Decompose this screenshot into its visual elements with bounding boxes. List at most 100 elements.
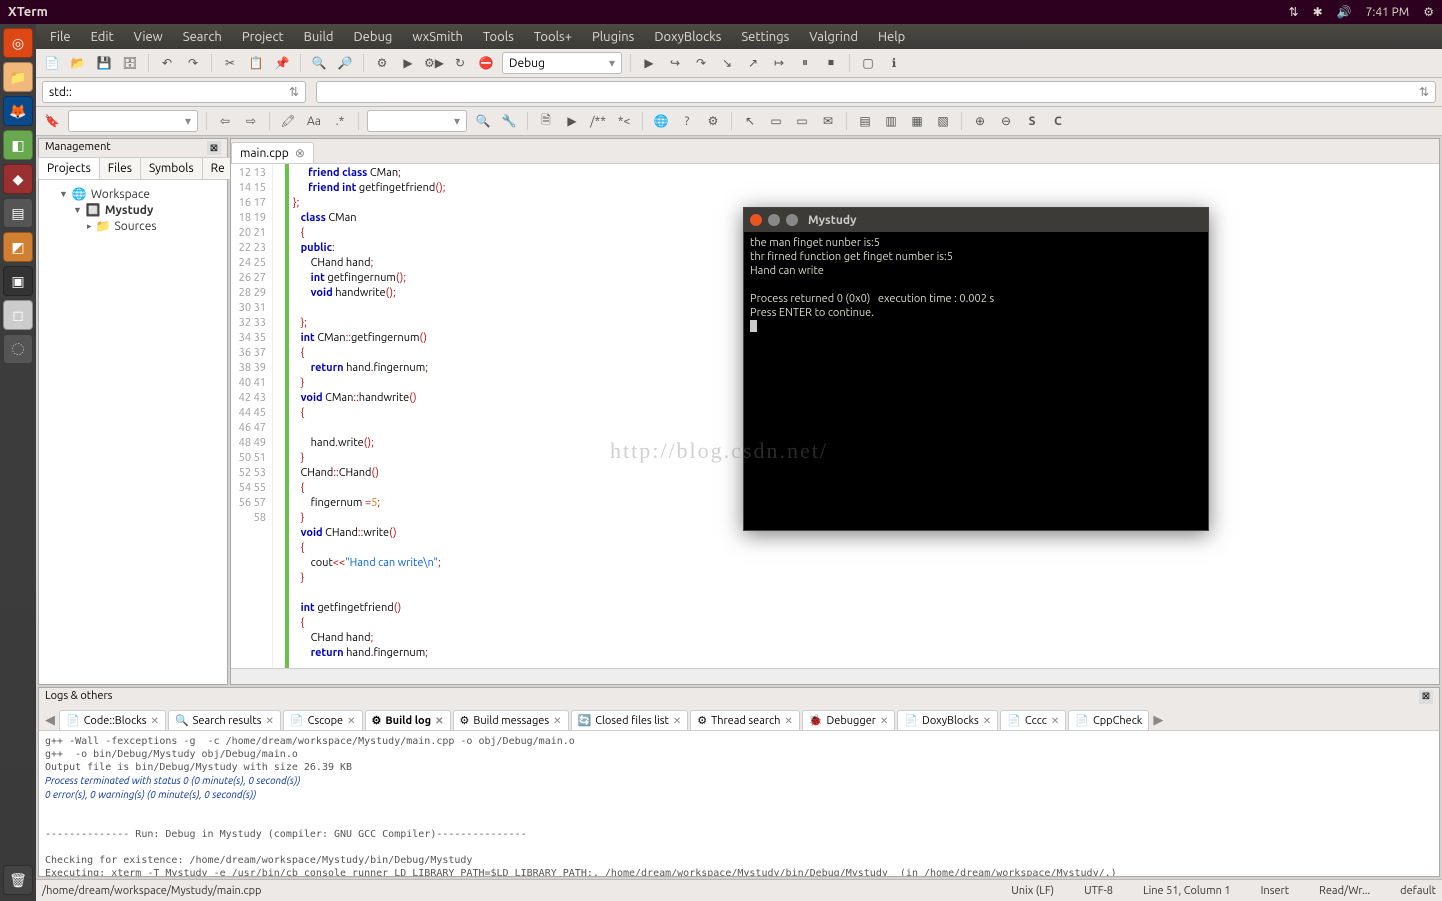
menu-doxyblocks[interactable]: DoxyBlocks <box>644 30 731 44</box>
log-tab-debugger[interactable]: 🐞 Debugger ✕ <box>802 710 896 730</box>
horizontal-scrollbar[interactable] <box>231 668 1439 684</box>
minimize-icon[interactable] <box>768 214 780 226</box>
menu-project[interactable]: Project <box>232 30 294 44</box>
highlight-icon[interactable]: 🖍 <box>278 111 298 131</box>
sound-icon[interactable]: 🔊 <box>1337 5 1352 19</box>
step-into-icon[interactable]: ↘ <box>717 53 737 73</box>
menu-toolsplus[interactable]: Tools+ <box>524 30 582 44</box>
gear-icon[interactable]: ⚙ <box>1423 5 1434 19</box>
cut-icon[interactable]: ✂ <box>220 53 240 73</box>
menu-debug[interactable]: Debug <box>343 30 402 44</box>
scope-combo[interactable]: std::⇅ <box>42 81 306 103</box>
options-icon[interactable]: 🔧 <box>499 111 519 131</box>
menu-help[interactable]: Help <box>868 30 915 44</box>
zoom-in-icon[interactable]: ⊕ <box>970 111 990 131</box>
tab-resources[interactable]: Re <box>202 157 234 179</box>
bluetooth-icon[interactable]: ✱ <box>1313 5 1323 19</box>
scroll-right-icon[interactable]: ▶ <box>1151 713 1165 728</box>
paste-icon[interactable]: 📌 <box>272 53 292 73</box>
tab-files[interactable]: Files <box>99 157 141 179</box>
open-icon[interactable]: 📂 <box>68 53 88 73</box>
tree-workspace[interactable]: ▼🌐 Workspace <box>45 186 221 202</box>
save-all-icon[interactable]: 🗄 <box>120 53 140 73</box>
new-file-icon[interactable]: 📄 <box>42 53 62 73</box>
menu-valgrind[interactable]: Valgrind <box>799 30 868 44</box>
prefs-icon[interactable]: ⚙ <box>703 111 723 131</box>
undo-icon[interactable]: ↶ <box>157 53 177 73</box>
tab-projects[interactable]: Projects <box>38 157 100 179</box>
fold-margin[interactable] <box>273 164 285 668</box>
rect2-icon[interactable]: ▭ <box>792 111 812 131</box>
next-icon[interactable]: ⇨ <box>241 111 261 131</box>
layout2-icon[interactable]: ▥ <box>881 111 901 131</box>
app-icon[interactable]: ◧ <box>3 130 33 160</box>
s-icon[interactable]: S <box>1022 111 1042 131</box>
menu-wxsmith[interactable]: wxSmith <box>402 30 473 44</box>
tree-project[interactable]: ▼🔲 Mystudy <box>45 202 221 218</box>
trash-icon[interactable]: 🗑 <box>3 865 33 895</box>
app-icon[interactable]: ◩ <box>3 232 33 262</box>
log-tab-buildmsg[interactable]: ⚙ Build messages ✕ <box>453 710 569 730</box>
editor-tab[interactable]: main.cpp⊗ <box>231 142 314 163</box>
build-icon[interactable]: ⚙ <box>372 53 392 73</box>
search-icon[interactable]: 🔍 <box>473 111 493 131</box>
firefox-icon[interactable]: 🦊 <box>3 96 33 126</box>
app-icon[interactable]: ◆ <box>3 164 33 194</box>
log-tab-doxy[interactable]: 📄 DoxyBlocks ✕ <box>897 710 998 730</box>
terminal-output[interactable]: the man finget nunber is:5 thr firned fu… <box>744 232 1208 340</box>
app-icon[interactable]: ◌ <box>3 334 33 364</box>
copy-icon[interactable]: 📋 <box>246 53 266 73</box>
debug-run-icon[interactable]: ▶ <box>639 53 659 73</box>
find-icon[interactable]: 🔍 <box>309 53 329 73</box>
menu-plugins[interactable]: Plugins <box>582 30 644 44</box>
files-icon[interactable]: 📁 <box>3 62 33 92</box>
step-out-icon[interactable]: ↗ <box>743 53 763 73</box>
app-icon[interactable]: ◻ <box>3 300 33 330</box>
maximize-icon[interactable] <box>786 214 798 226</box>
network-indicator-icon[interactable]: ⇅ <box>1289 5 1299 19</box>
doxy-run-icon[interactable]: ▶ <box>562 111 582 131</box>
rebuild-icon[interactable]: ↻ <box>450 53 470 73</box>
close-icon[interactable]: ⊠ <box>207 141 221 155</box>
log-tab-thread[interactable]: ⚙ Thread search ✕ <box>690 710 800 730</box>
menu-build[interactable]: Build <box>294 30 344 44</box>
search-combo[interactable]: ▾ <box>68 110 198 132</box>
menu-view[interactable]: View <box>124 30 173 44</box>
help-icon[interactable]: ? <box>677 111 697 131</box>
log-tab-buildlog[interactable]: ⚙ Build log ✕ <box>365 710 451 730</box>
layout4-icon[interactable]: ▧ <box>933 111 953 131</box>
layout3-icon[interactable]: ▦ <box>907 111 927 131</box>
save-icon[interactable]: 💾 <box>94 53 114 73</box>
close-tab-icon[interactable]: ⊗ <box>295 146 305 160</box>
app-icon[interactable]: ▤ <box>3 198 33 228</box>
match-case-icon[interactable]: Aa <box>304 111 324 131</box>
debug-windows-icon[interactable]: ▢ <box>858 53 878 73</box>
tree-sources[interactable]: ▸📁 Sources <box>45 218 221 234</box>
log-tab-cccc[interactable]: 📄 Cccc ✕ <box>1000 710 1066 730</box>
menu-file[interactable]: File <box>40 30 81 44</box>
abort-icon[interactable]: ⛔ <box>476 53 496 73</box>
tab-symbols[interactable]: Symbols <box>140 157 203 179</box>
html-icon[interactable]: 🌐 <box>651 111 671 131</box>
rect-icon[interactable]: ▭ <box>766 111 786 131</box>
scroll-left-icon[interactable]: ◀ <box>43 713 57 728</box>
build-run-icon[interactable]: ⚙▶ <box>424 53 444 73</box>
terminal-window[interactable]: Mystudy the man finget nunber is:5 thr f… <box>743 207 1209 531</box>
doxy-icon[interactable]: 🗎 <box>536 111 556 131</box>
run-icon[interactable]: ▶ <box>398 53 418 73</box>
debug-continue-icon[interactable]: ↪ <box>665 53 685 73</box>
build-target-combo[interactable]: Debug▾ <box>502 52 622 74</box>
menu-search[interactable]: Search <box>173 30 232 44</box>
log-tab-search[interactable]: 🔍 Search results ✕ <box>168 710 281 730</box>
replace-icon[interactable]: 🔎 <box>335 53 355 73</box>
step-over-icon[interactable]: ↷ <box>691 53 711 73</box>
log-tab-cscope[interactable]: 📄 Cscope ✕ <box>283 710 363 730</box>
dash-icon[interactable]: ◎ <box>3 28 33 58</box>
log-tab-codeblocks[interactable]: 📄 Code::Blocks ✕ <box>59 710 166 730</box>
comment-block-icon[interactable]: /** <box>588 111 608 131</box>
terminal-icon[interactable]: ▣ <box>3 266 33 296</box>
c-icon[interactable]: C <box>1048 111 1068 131</box>
layout1-icon[interactable]: ▤ <box>855 111 875 131</box>
regex-icon[interactable]: .* <box>330 111 350 131</box>
redo-icon[interactable]: ↷ <box>183 53 203 73</box>
